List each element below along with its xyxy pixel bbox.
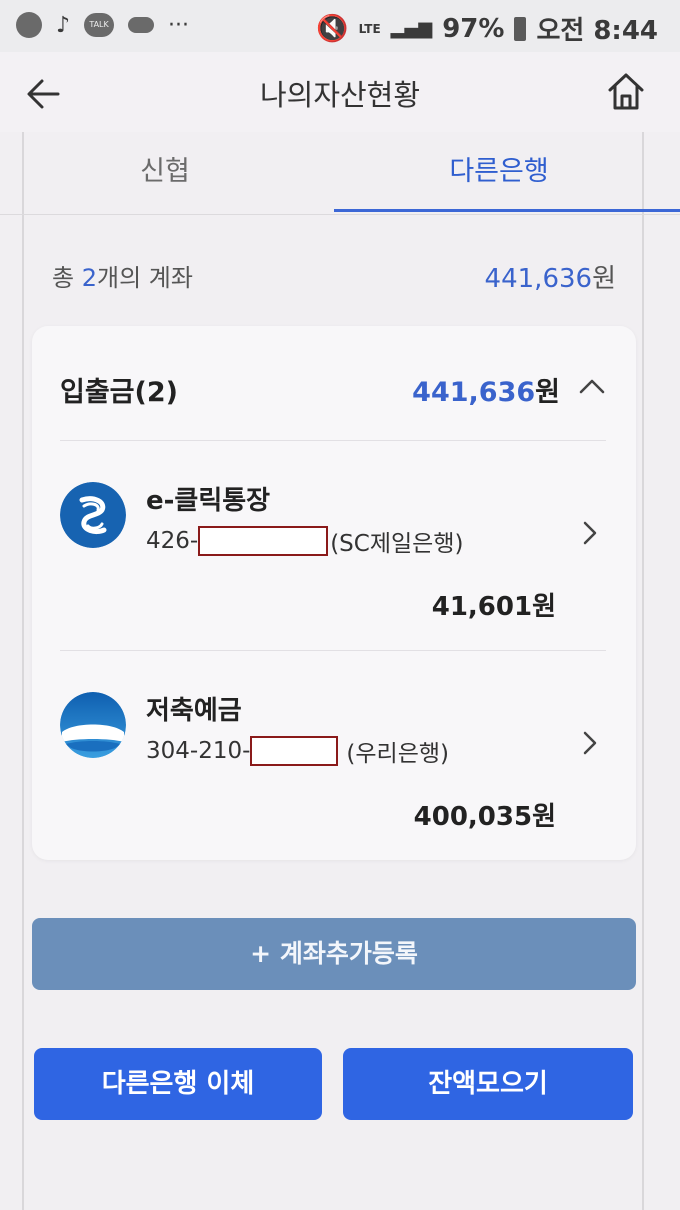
collect-balance-button[interactable]: 잔액모으기: [343, 1048, 633, 1120]
cloud-icon: [128, 17, 155, 33]
status-right: 🔇 LTE ▂▄▆ 97% 오전 8:44: [316, 10, 658, 47]
battery-icon: [514, 16, 527, 41]
account-number-prefix: 426-: [146, 528, 199, 554]
signal-icon: ▂▄▆: [390, 18, 433, 39]
account-item-sc[interactable]: e-클릭통장 426- (SC제일은행) 41,601원: [32, 454, 636, 644]
status-left: ♪ TALK ···: [16, 12, 189, 38]
account-count: 2: [81, 264, 97, 292]
screen-edge-left: [22, 52, 24, 1210]
chevron-up-icon[interactable]: [578, 376, 606, 396]
group-total-currency: 원: [535, 377, 560, 408]
account-number: 304-210- (우리은행): [146, 734, 449, 768]
mute-icon: 🔇: [316, 13, 349, 44]
account-balance: 41,601원: [431, 592, 556, 622]
summary-prefix: 총: [52, 264, 82, 292]
app-bar: 나의자산현황: [0, 52, 680, 132]
account-number: 426- (SC제일은행): [146, 524, 463, 558]
sc-bank-logo-icon: [60, 482, 126, 548]
account-item-woori[interactable]: 저축예금 304-210- (우리은행) 400,035원: [32, 664, 636, 854]
summary-currency: 원: [592, 264, 616, 294]
account-number-prefix: 304-210-: [146, 738, 251, 764]
account-bank: (우리은행): [346, 741, 449, 767]
other-bank-transfer-button[interactable]: 다른은행 이체: [34, 1048, 322, 1120]
home-icon[interactable]: [606, 70, 646, 112]
account-bank: (SC제일은행): [330, 531, 464, 557]
woori-bank-logo-icon: [60, 692, 126, 758]
summary-total-amount: 441,636원: [485, 258, 616, 295]
account-balance: 400,035원: [413, 802, 556, 832]
network-type: LTE: [358, 21, 381, 36]
redacted-number: [250, 736, 339, 766]
status-bar: ♪ TALK ··· 🔇 LTE ▂▄▆ 97% 오전 8:44: [0, 0, 680, 52]
page-title: 나의자산현황: [259, 78, 421, 112]
chevron-right-icon[interactable]: [582, 520, 598, 546]
group-total: 441,636원: [412, 370, 560, 409]
tab-shinhyup[interactable]: 신협: [0, 132, 330, 212]
more-notifications-icon: ···: [168, 12, 190, 38]
summary-amount-value: 441,636: [484, 264, 593, 294]
deposit-group-card: 입출금(2) 441,636원 e-클릭통장 426- (SC제일은행) 41,…: [32, 326, 636, 860]
account-name: e-클릭통장: [146, 486, 271, 516]
active-tab-indicator: [334, 209, 680, 212]
redacted-number: [198, 526, 329, 556]
bank-tabs: 신협 다른은행: [0, 132, 680, 215]
chevron-right-icon[interactable]: [582, 730, 598, 756]
screen-edge-right: [642, 52, 644, 1210]
group-title: 입출금(2): [60, 377, 178, 408]
divider: [60, 440, 606, 441]
app-notification-icon: [16, 12, 42, 38]
group-total-value: 441,636: [412, 377, 536, 408]
clock: 오전 8:44: [536, 16, 658, 46]
battery-percent: 97%: [442, 13, 505, 44]
tab-other-bank[interactable]: 다른은행: [334, 132, 664, 212]
account-name: 저축예금: [146, 696, 242, 726]
tiktok-icon: ♪: [56, 12, 71, 38]
divider: [60, 650, 606, 651]
kakaotalk-icon: TALK: [84, 13, 115, 37]
add-account-button[interactable]: + 계좌추가등록: [32, 918, 636, 990]
summary-suffix: 개의 계좌: [97, 264, 193, 292]
